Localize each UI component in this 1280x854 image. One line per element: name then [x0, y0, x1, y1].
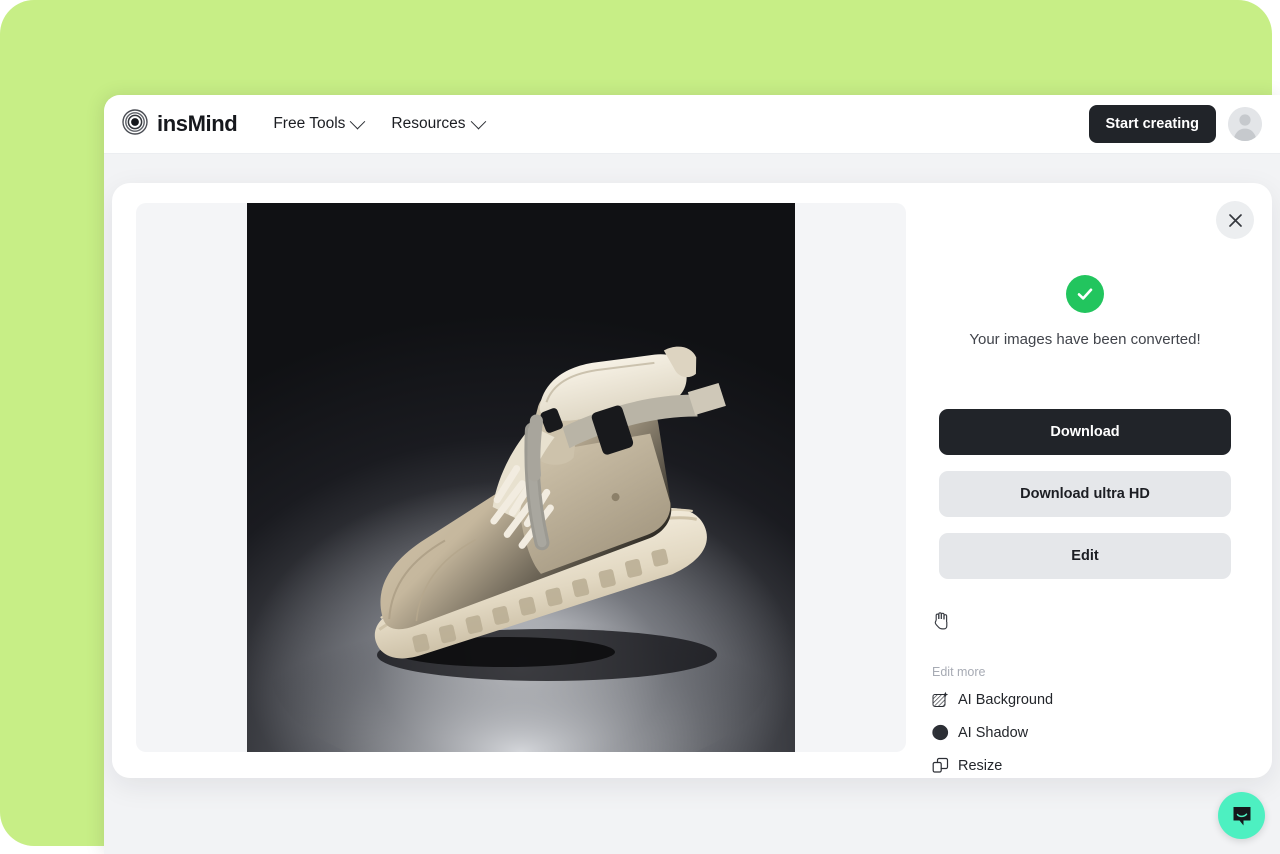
success-message: Your images have been converted!: [969, 331, 1201, 348]
edit-item-ai-shadow[interactable]: AI Shadow: [932, 724, 1248, 741]
header-right-group: Start creating: [1088, 105, 1262, 143]
edit-more-label: Edit more: [932, 665, 986, 679]
default-user-avatar-icon: [1228, 107, 1262, 141]
resize-icon: [932, 757, 949, 773]
result-image[interactable]: [247, 203, 795, 752]
edit-more-section: Edit more AI Background AI Shadow Resize: [932, 665, 1248, 774]
site-header: insMind Free Tools Resources Start creat…: [104, 95, 1280, 154]
result-actions-panel: Your images have been converted! Downloa…: [922, 203, 1248, 774]
grab-hand-icon: [934, 612, 948, 630]
nav-item-label: Resources: [391, 115, 466, 132]
brand-logo[interactable]: insMind: [122, 108, 238, 140]
nav-item-label: Free Tools: [273, 115, 346, 132]
edit-item-ai-background[interactable]: AI Background: [932, 691, 1248, 708]
success-block: Your images have been converted!: [922, 275, 1248, 348]
avatar[interactable]: [1228, 107, 1262, 141]
edit-button[interactable]: Edit: [939, 533, 1231, 579]
concentric-circles-logo-icon: [122, 108, 148, 140]
chevron-down-icon: [350, 113, 366, 129]
start-creating-button[interactable]: Start creating: [1088, 105, 1216, 143]
check-circle-icon: [1066, 275, 1104, 313]
chevron-down-icon: [470, 113, 486, 129]
chat-widget-button[interactable]: [1218, 792, 1265, 839]
edit-item-resize[interactable]: Resize: [932, 757, 1248, 774]
nav-item-resources[interactable]: Resources: [391, 113, 486, 133]
action-buttons: Download Download ultra HD Edit: [922, 409, 1248, 579]
app-window: insMind Free Tools Resources Start creat…: [104, 95, 1280, 854]
image-preview-canvas[interactable]: [136, 203, 906, 752]
download-button[interactable]: Download: [939, 409, 1231, 455]
sneaker-illustration: [271, 346, 771, 752]
main-nav: Free Tools Resources: [273, 113, 486, 133]
download-ultra-hd-button[interactable]: Download ultra HD: [939, 471, 1231, 517]
brand-name: insMind: [157, 111, 238, 136]
edit-item-label: AI Shadow: [958, 724, 1029, 741]
chat-bubble-icon: [1233, 806, 1250, 825]
ai-background-icon: [932, 691, 949, 707]
nav-item-free-tools[interactable]: Free Tools: [273, 113, 366, 133]
ai-shadow-icon: [932, 724, 949, 741]
edit-item-label: Resize: [958, 757, 1003, 774]
result-modal: Your images have been converted! Downloa…: [112, 183, 1272, 778]
edit-item-label: AI Background: [958, 691, 1054, 708]
